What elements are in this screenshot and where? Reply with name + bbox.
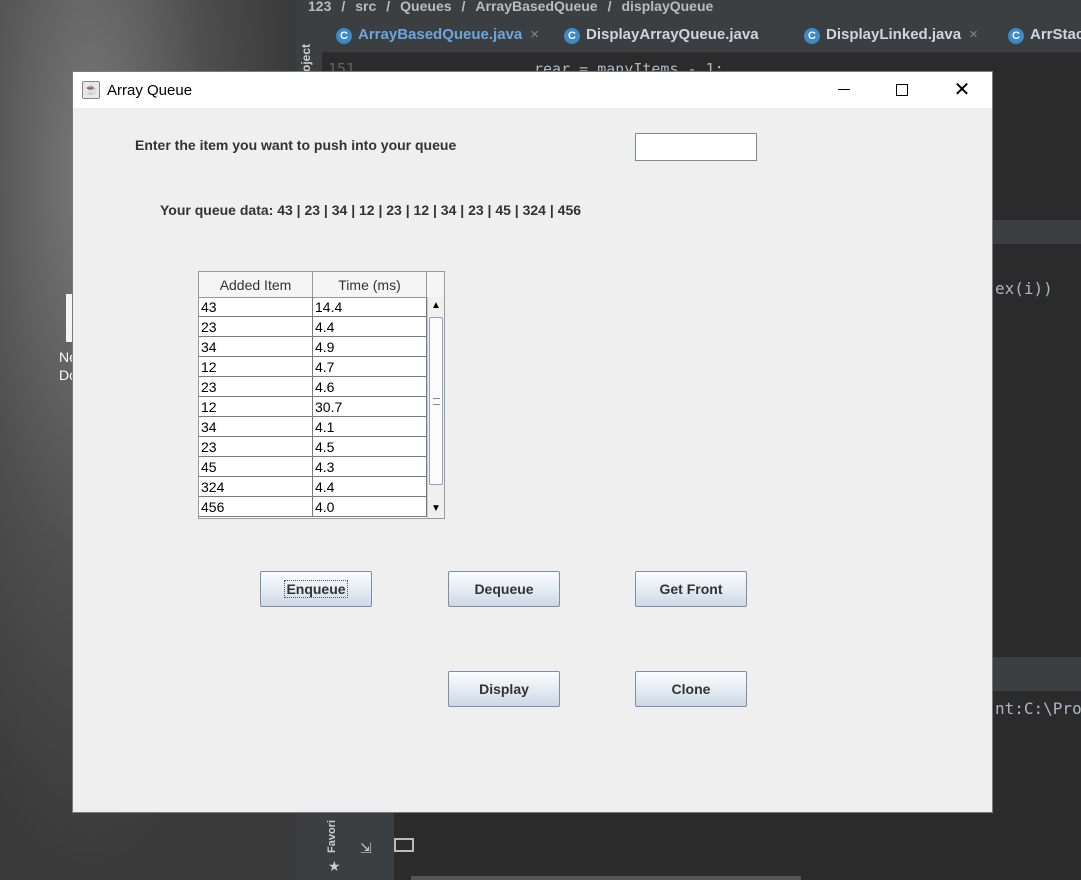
- cell-time[interactable]: 4.4: [313, 477, 427, 497]
- scroll-up-icon[interactable]: ▲: [428, 297, 444, 315]
- cell-time[interactable]: 30.7: [313, 397, 427, 417]
- get-front-button[interactable]: Get Front: [635, 571, 747, 607]
- grip-icon: [433, 398, 440, 405]
- cell-time[interactable]: 14.4: [313, 297, 427, 317]
- cell-added-item[interactable]: 324: [199, 477, 313, 497]
- class-icon: C: [1008, 28, 1024, 44]
- breadcrumb-separator: /: [607, 0, 612, 14]
- table-row[interactable]: 34 4.9: [199, 337, 427, 357]
- table-header: Added Item Time (ms): [199, 272, 444, 298]
- scroll-thumb[interactable]: [429, 317, 443, 485]
- breadcrumb-item[interactable]: Queues: [400, 0, 451, 14]
- array-queue-window: ☕ Array Queue ✕ Enter the item you want …: [73, 72, 992, 812]
- cell-added-item[interactable]: 43: [199, 297, 313, 317]
- table-corner: [427, 272, 444, 297]
- breadcrumb-separator: /: [341, 0, 346, 14]
- cell-added-item[interactable]: 12: [199, 357, 313, 377]
- ide-horizontal-scrollbar[interactable]: [411, 876, 801, 880]
- class-icon: C: [804, 28, 820, 44]
- maximize-button[interactable]: [873, 72, 931, 108]
- table-row[interactable]: 324 4.4: [199, 477, 427, 497]
- cell-added-item[interactable]: 23: [199, 377, 313, 397]
- code-fragment-2: nt:C:\Pro: [995, 699, 1081, 718]
- close-button[interactable]: ✕: [933, 72, 991, 108]
- tab-label: ArrayBasedQueue.java: [358, 26, 523, 43]
- minimize-button[interactable]: [815, 72, 873, 108]
- tab-label: DisplayArrayQueue.java: [586, 26, 759, 43]
- tab-display-linked[interactable]: C DisplayLinked.java ×: [804, 22, 978, 48]
- enqueue-button-label: Enqueue: [284, 580, 348, 598]
- star-icon[interactable]: ★: [328, 858, 341, 875]
- breadcrumb-item[interactable]: 123: [308, 0, 331, 14]
- ide-breadcrumb: 123 / src / Queues / ArrayBasedQueue / displayQu…: [296, 0, 1081, 16]
- table-scrollbar[interactable]: ▲ ▼: [427, 297, 444, 518]
- tab-label: DisplayLinked.java: [826, 26, 962, 43]
- table-row[interactable]: 23 4.4: [199, 317, 427, 337]
- table-row[interactable]: 12 30.7: [199, 397, 427, 417]
- ide-tool-strip: Favori ★ ⇲: [322, 812, 414, 880]
- java-icon: ☕: [82, 81, 100, 99]
- print-icon[interactable]: [394, 838, 414, 852]
- cell-time[interactable]: 4.9: [313, 337, 427, 357]
- cell-time[interactable]: 4.1: [313, 417, 427, 437]
- breadcrumb-separator: /: [386, 0, 391, 14]
- cell-time[interactable]: 4.3: [313, 457, 427, 477]
- favorites-label[interactable]: Favori: [326, 820, 338, 853]
- enqueue-button[interactable]: Enqueue: [260, 571, 372, 607]
- minimize-icon: [838, 89, 850, 91]
- close-icon: ✕: [953, 79, 971, 101]
- close-icon[interactable]: ×: [530, 26, 539, 43]
- table-body: 43 14.4 23 4.4 34 4.9 12 4.7 23 4.6 12 30.7 34 4.1 23 4…: [199, 297, 427, 517]
- table-row[interactable]: 43 14.4: [199, 297, 427, 317]
- cell-added-item[interactable]: 12: [199, 397, 313, 417]
- ide-panel-header: [993, 220, 1081, 244]
- column-header-time[interactable]: Time (ms): [313, 272, 427, 297]
- cell-added-item[interactable]: 45: [199, 457, 313, 477]
- breadcrumb-separator: /: [461, 0, 466, 14]
- breadcrumb-item[interactable]: displayQueue: [621, 0, 713, 14]
- cell-time[interactable]: 4.5: [313, 437, 427, 457]
- cell-time[interactable]: 4.4: [313, 317, 427, 337]
- cell-added-item[interactable]: 23: [199, 437, 313, 457]
- display-button[interactable]: Display: [448, 671, 560, 707]
- window-title: Array Queue: [107, 82, 193, 99]
- login-icon[interactable]: ⇲: [360, 840, 372, 857]
- table-row[interactable]: 456 4.0: [199, 497, 427, 517]
- item-input[interactable]: [635, 133, 757, 161]
- tab-display-array-queue[interactable]: C DisplayArrayQueue.java: [564, 22, 759, 48]
- queue-table[interactable]: Added Item Time (ms) 43 14.4 23 4.4 34 4.9 12 4…: [198, 271, 445, 519]
- ide-run-panel-header: [993, 657, 1081, 691]
- clone-button[interactable]: Clone: [635, 671, 747, 707]
- prompt-label: Enter the item you want to push into you…: [135, 137, 457, 153]
- tab-arr-stack[interactable]: C ArrStac: [1008, 22, 1081, 48]
- breadcrumb-item[interactable]: ArrayBasedQueue: [475, 0, 597, 14]
- breadcrumb-item[interactable]: src: [355, 0, 376, 14]
- maximize-icon: [896, 83, 908, 96]
- title-bar[interactable]: ☕ Array Queue ✕: [73, 72, 992, 108]
- class-icon: C: [564, 28, 580, 44]
- cell-time[interactable]: 4.7: [313, 357, 427, 377]
- cell-added-item[interactable]: 34: [199, 337, 313, 357]
- cell-time[interactable]: 4.6: [313, 377, 427, 397]
- table-row[interactable]: 34 4.1: [199, 417, 427, 437]
- close-icon[interactable]: ×: [969, 26, 978, 43]
- class-icon: C: [336, 28, 352, 44]
- cell-added-item[interactable]: 34: [199, 417, 313, 437]
- table-row[interactable]: 12 4.7: [199, 357, 427, 377]
- queue-data-label: Your queue data: 43 | 23 | 34 | 12 | 23 …: [160, 202, 582, 218]
- table-row[interactable]: 23 4.6: [199, 377, 427, 397]
- tab-array-based-queue[interactable]: C ArrayBasedQueue.java ×: [336, 22, 539, 48]
- cell-added-item[interactable]: 456: [199, 497, 313, 517]
- code-fragment-1: ex(i)): [995, 279, 1053, 298]
- cell-added-item[interactable]: 23: [199, 317, 313, 337]
- dequeue-button[interactable]: Dequeue: [448, 571, 560, 607]
- column-header-added-item[interactable]: Added Item: [199, 272, 313, 297]
- tab-label: ArrStac: [1030, 26, 1081, 43]
- cell-time[interactable]: 4.0: [313, 497, 427, 517]
- table-row[interactable]: 45 4.3: [199, 457, 427, 477]
- table-row[interactable]: 23 4.5: [199, 437, 427, 457]
- scroll-down-icon[interactable]: ▼: [428, 500, 444, 518]
